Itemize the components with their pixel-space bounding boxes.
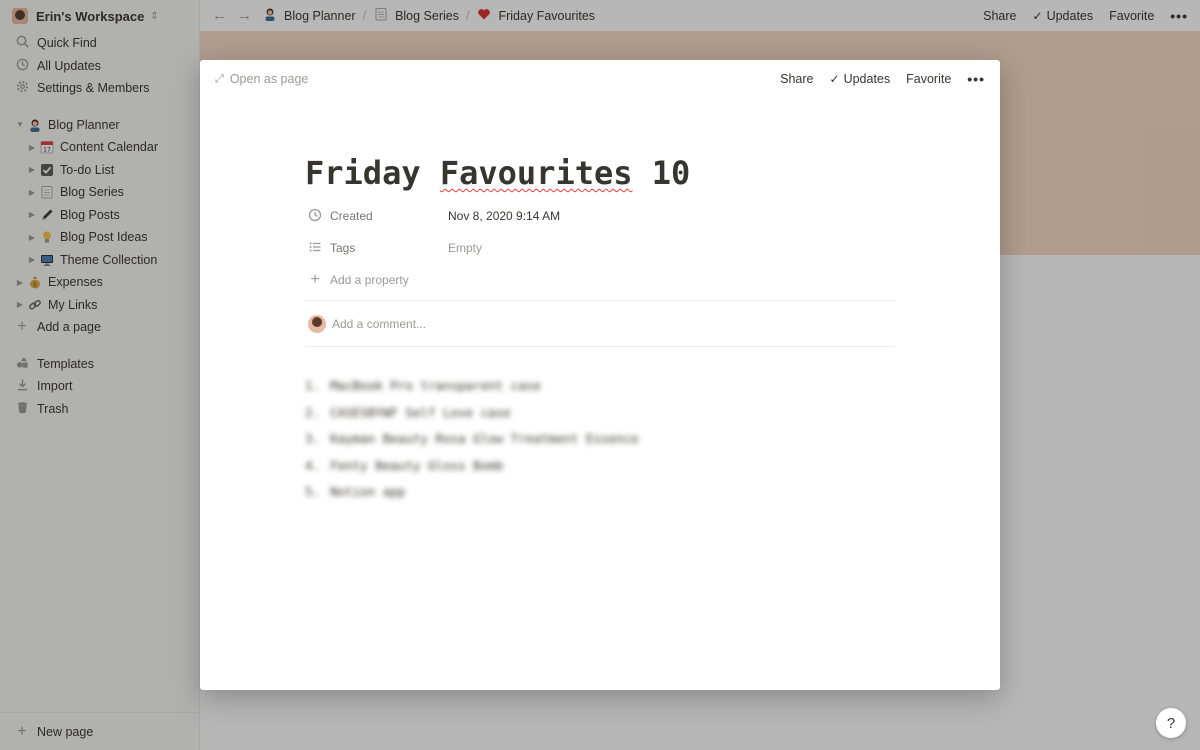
- modal-actions: Share ✓ Updates Favorite •••: [780, 71, 985, 87]
- modal-updates-button[interactable]: ✓ Updates: [830, 72, 891, 86]
- property-name: Created: [330, 209, 373, 223]
- favourites-list: 1. MacBook Pro transparent case 2. CASESBY…: [305, 373, 895, 506]
- title-word-misspelled: Favourites: [439, 154, 633, 192]
- modal-header: ⤢ Open as page Share ✓ Updates Favorite •…: [200, 60, 1000, 98]
- open-as-page-button[interactable]: ⤢ Open as page: [215, 72, 308, 86]
- list-icon: [305, 240, 325, 257]
- list-item[interactable]: 3. Kayman Beauty Rosa Glow Treatment Esse…: [305, 426, 895, 453]
- check-icon: ✓: [829, 72, 840, 86]
- updates-label: Updates: [843, 72, 891, 86]
- plus-icon: +: [310, 271, 320, 288]
- property-tags[interactable]: Tags Empty: [305, 232, 895, 264]
- page-title[interactable]: Friday Favourites 10: [305, 146, 895, 200]
- list-item[interactable]: 1. MacBook Pro transparent case: [305, 373, 895, 400]
- property-name: Tags: [330, 241, 356, 255]
- comment-placeholder: Add a comment...: [332, 316, 427, 331]
- property-value: Nov 8, 2020 9:14 AM: [448, 209, 561, 223]
- add-property-label: Add a property: [330, 273, 409, 287]
- modal-share-button[interactable]: Share: [780, 72, 813, 86]
- help-button[interactable]: ?: [1156, 708, 1186, 738]
- comment-input[interactable]: Add a comment...: [305, 301, 895, 346]
- list-item[interactable]: 5. Notion app: [305, 479, 895, 506]
- add-property-button[interactable]: + Add a property: [305, 264, 895, 296]
- page-peek-modal: ⤢ Open as page Share ✓ Updates Favorite •…: [200, 60, 1000, 690]
- title-word: Friday: [305, 154, 421, 192]
- list-item[interactable]: 4. Fenty Beauty Gloss Bomb: [305, 453, 895, 480]
- divider: [305, 346, 895, 347]
- title-word: 10: [651, 154, 691, 192]
- more-options-icon[interactable]: •••: [967, 71, 985, 87]
- modal-favorite-button[interactable]: Favorite: [906, 72, 951, 86]
- clock-icon: [305, 208, 325, 225]
- property-value-empty[interactable]: Empty: [448, 241, 482, 255]
- list-item[interactable]: 2. CASESBYWF Self Love case: [305, 400, 895, 427]
- avatar: [308, 314, 326, 333]
- open-as-page-label: Open as page: [229, 72, 309, 86]
- page-content: Friday Favourites 10 Created Nov 8, 2020…: [305, 146, 895, 506]
- expand-icon: ⤢: [215, 72, 224, 85]
- property-created[interactable]: Created Nov 8, 2020 9:14 AM: [305, 200, 895, 232]
